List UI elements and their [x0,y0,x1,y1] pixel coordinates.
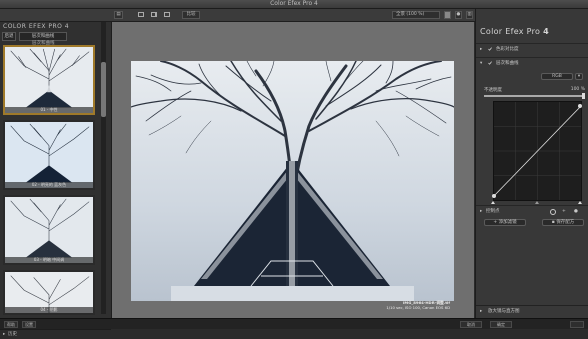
remove-point-icon[interactable]: ● [574,206,578,217]
ok-button[interactable]: 确定 [490,321,512,328]
help-button[interactable]: 帮助 [4,321,18,328]
resize-grip[interactable] [570,321,584,328]
expand-arrow-icon: ▸ [480,309,483,314]
expand-arrow-icon: ▾ [480,61,483,66]
loupe-histogram-row[interactable]: ▸ 放大镜与直方图 [476,305,588,316]
loupe-label: 放大镜与直方图 [488,309,520,314]
loupe-button[interactable]: ● [455,11,462,19]
filter-row-color-contrast[interactable]: ▸ 色彩对比度 [476,43,588,54]
settings-button[interactable]: 设置 [22,321,36,328]
preset-label: 02 - 明亮的 蓝灰色 [5,182,93,188]
filter-label: 层次和曲线 [496,61,519,66]
image-meta: 1/10 sec, ISO 100, Canon EOS 6D [386,304,450,310]
panel-toggle-button[interactable]: ▥ [466,11,473,19]
collapse-arrow-icon: ▸ [480,47,483,52]
cancel-button[interactable]: 取消 [460,321,482,328]
save-recipe-label: 保存配方 [556,220,575,225]
brand-label: COLOR EFEX PRO 4 [3,23,70,30]
history-label: 历史 [8,332,17,337]
back-button[interactable]: 后退 [2,32,16,41]
title-prefix: Color Efex Pro [480,27,541,36]
add-filter-label: 添加滤镜 [498,220,517,225]
background-color-button[interactable] [444,11,451,19]
input-black-slider[interactable] [491,201,495,204]
input-mid-slider[interactable] [535,201,539,204]
scrollbar-thumb[interactable] [101,62,106,117]
history-section[interactable]: ▸ 历史 [0,329,111,339]
opacity-slider-handle[interactable] [582,93,585,99]
preview-image[interactable] [131,61,454,301]
title-version: 4 [543,27,549,36]
add-filter-button[interactable]: + 添加滤镜 [484,219,526,226]
preset-preview-image [5,47,93,113]
preset-label: 03 - 明暗 中间调 [5,257,93,263]
split-view-icon[interactable] [151,12,157,17]
opacity-slider[interactable] [484,93,585,99]
checkbox-icon[interactable] [488,47,492,51]
filter-row-levels-curves[interactable]: ▾ 层次和曲线 [476,57,588,68]
hide-panel-button[interactable]: ▤ [114,11,123,19]
opacity-label: 不透明度 [484,88,502,93]
preset-label: 01 - 中性 [5,107,93,113]
control-points-label: 控制点 [486,209,500,214]
image-caption: IMG_8964-HDR-调整.tif 1/10 sec, ISO 100, C… [386,300,450,310]
channel-select-value: RGB [552,74,562,79]
preset-thumbnail-4[interactable]: 04 - 阴影 [3,270,95,315]
photo-artwork [131,61,454,301]
filter-label: 色彩对比度 [496,47,519,52]
preview-canvas: IMG_8964-HDR-调整.tif 1/10 sec, ISO 100, C… [112,22,474,318]
single-view-icon[interactable] [138,12,144,17]
opacity-slider-fill [484,95,585,97]
zoom-label: 全景 (100 %) [396,12,425,17]
curve-point-white[interactable] [578,104,582,108]
control-points-row[interactable]: ▸ 控制点 + ● [476,205,588,216]
panel-title: Color Efex Pro 4 [480,27,549,36]
add-point-icon[interactable] [550,209,556,215]
preset-thumbnail-3[interactable]: 03 - 明暗 中间调 [3,195,95,265]
side-by-side-icon[interactable] [164,12,170,17]
status-bar: 帮助 设置 取消 确定 [0,318,588,329]
preset-thumbnail-2[interactable]: 02 - 明亮的 蓝灰色 [3,120,95,190]
save-recipe-button[interactable]: ▪ 保存配方 [542,219,584,226]
preset-preview-image [5,197,93,263]
expand-arrow-icon: ▸ [480,209,483,214]
title-bar: Color Efex Pro 4 [0,0,588,9]
preset-scrollbar[interactable] [101,22,106,314]
expand-icon: ▸ [3,332,6,337]
opacity-value: 100 % [570,87,585,92]
right-panel: Color Efex Pro 4 ▸ 色彩对比度 ▾ 层次和曲线 RGB ▾ 不… [475,9,588,318]
preset-thumbnail-1[interactable]: 01 - 中性 [3,45,95,115]
channel-select[interactable]: RGB [541,73,573,80]
input-white-slider[interactable] [578,201,582,204]
add-point-plus-icon[interactable]: + [562,206,566,217]
channel-dropdown-button[interactable]: ▾ [575,73,583,80]
curve-grid [493,102,582,200]
preset-label: 04 - 阴影 [5,307,93,313]
preset-preview-image [5,122,93,188]
window-title: Color Efex Pro 4 [270,0,318,7]
compare-button[interactable]: 比较 [182,11,200,19]
left-panel: COLOR EFEX PRO 4 后退 层次和曲线 层次和曲线 01 - 中性 … [0,22,112,337]
checkbox-icon[interactable] [488,61,492,65]
curves-graph[interactable] [492,101,582,201]
curve-point-black[interactable] [492,194,496,198]
zoom-select[interactable]: 全景 (100 %) [392,11,440,19]
